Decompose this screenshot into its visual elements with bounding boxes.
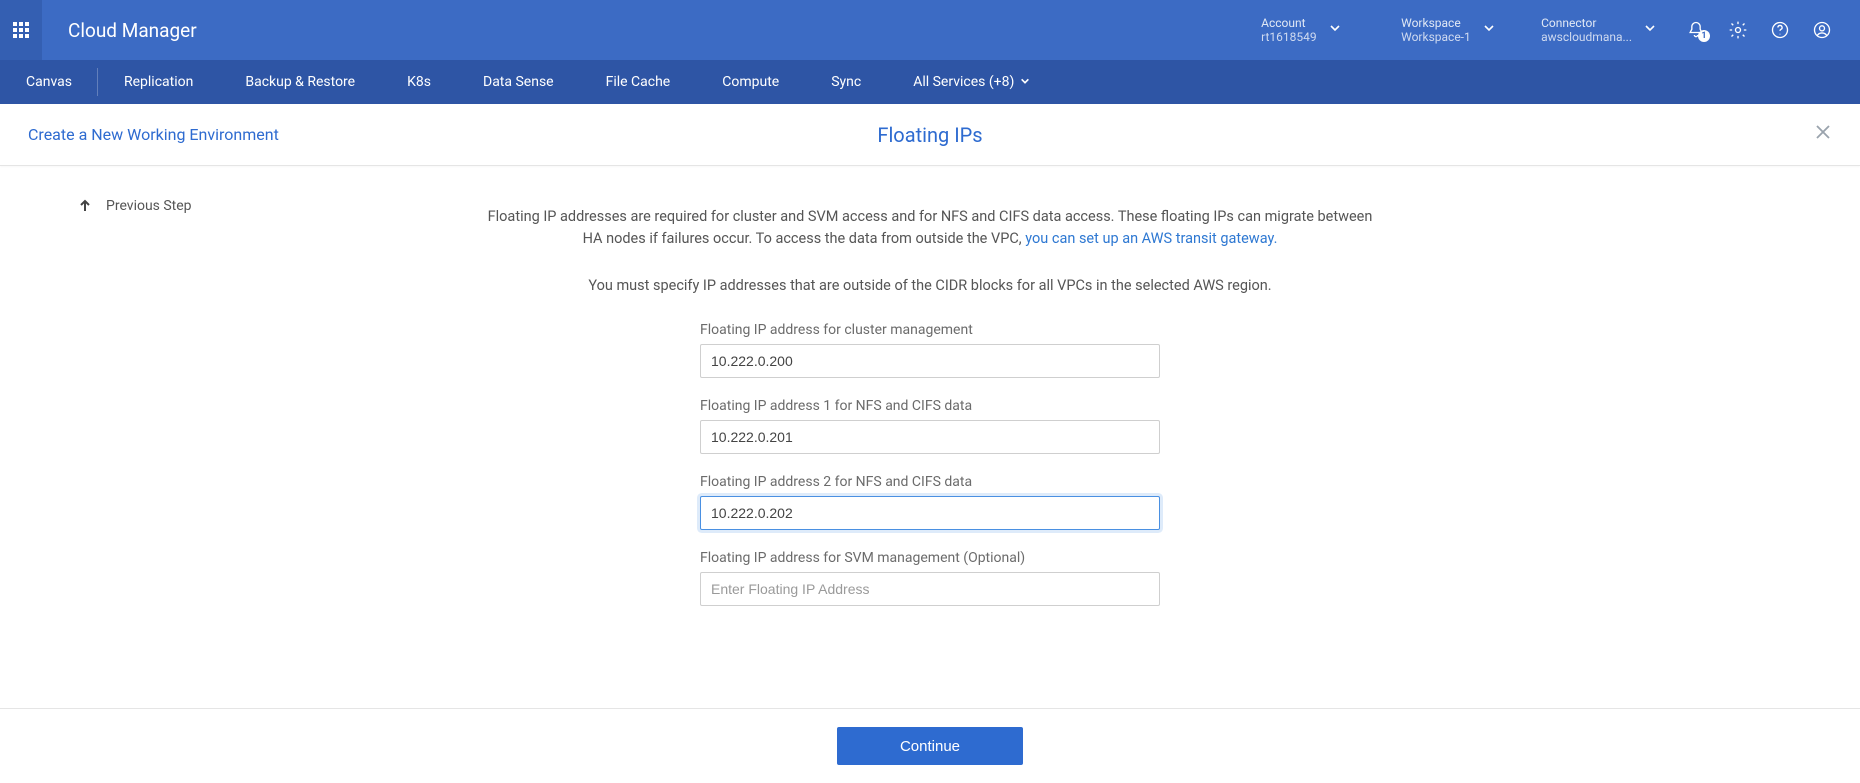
connector-selector[interactable]: Connector awscloudmana... — [1521, 16, 1676, 45]
sub-header: Create a New Working Environment Floatin… — [0, 104, 1860, 166]
account-value: rt1618549 — [1261, 30, 1317, 44]
nav-label: File Cache — [606, 74, 671, 90]
field-label: Floating IP address 1 for NFS and CIFS d… — [700, 398, 1160, 414]
chevron-down-icon — [1329, 22, 1341, 38]
field-svm-mgmt: Floating IP address for SVM management (… — [700, 550, 1160, 606]
continue-button[interactable]: Continue — [837, 727, 1023, 765]
notification-badge: 1 — [1698, 30, 1710, 42]
nav-data-sense[interactable]: Data Sense — [457, 60, 580, 104]
help-icon[interactable] — [1770, 20, 1790, 40]
description-block: Floating IP addresses are required for c… — [480, 206, 1380, 606]
nav-label: Data Sense — [483, 74, 554, 90]
nfs-cifs-1-input[interactable] — [700, 420, 1160, 454]
account-label: Account — [1261, 16, 1317, 30]
nav-compute[interactable]: Compute — [696, 60, 805, 104]
nav-k8s[interactable]: K8s — [381, 60, 457, 104]
nav-file-cache[interactable]: File Cache — [580, 60, 697, 104]
header-icons: 1 — [1676, 20, 1860, 40]
close-button[interactable] — [1814, 122, 1832, 147]
field-label: Floating IP address for SVM management (… — [700, 550, 1160, 566]
main-content: Floating IP addresses are required for c… — [0, 166, 1860, 708]
nav-canvas[interactable]: Canvas — [0, 60, 98, 104]
nav-all-services[interactable]: All Services (+8) — [887, 60, 1056, 104]
workspace-value: Workspace-1 — [1401, 30, 1471, 44]
close-icon — [1814, 123, 1832, 141]
page-title: Floating IPs — [877, 123, 982, 147]
workspace-label: Workspace — [1401, 16, 1471, 30]
field-cluster-mgmt: Floating IP address for cluster manageme… — [700, 322, 1160, 378]
chevron-down-icon — [1644, 22, 1656, 38]
connector-value: awscloudmana... — [1541, 30, 1632, 44]
nav-backup-restore[interactable]: Backup & Restore — [219, 60, 381, 104]
notifications-icon[interactable]: 1 — [1686, 20, 1706, 40]
settings-icon[interactable] — [1728, 20, 1748, 40]
chevron-down-icon — [1483, 22, 1495, 38]
nav-label: Sync — [831, 74, 861, 90]
field-label: Floating IP address 2 for NFS and CIFS d… — [700, 474, 1160, 490]
apps-launcher[interactable] — [0, 0, 42, 60]
floating-ip-form: Floating IP address for cluster manageme… — [700, 322, 1160, 606]
nav-replication[interactable]: Replication — [98, 60, 219, 104]
apps-grid-icon — [13, 22, 29, 38]
nav-label: Backup & Restore — [245, 74, 355, 90]
field-label: Floating IP address for cluster manageme… — [700, 322, 1160, 338]
top-header: Cloud Manager Account rt1618549 Workspac… — [0, 0, 1860, 60]
footer: Continue — [0, 708, 1860, 783]
nav-label: Compute — [722, 74, 779, 90]
connector-label: Connector — [1541, 16, 1632, 30]
account-selector[interactable]: Account rt1618549 — [1241, 16, 1381, 45]
cluster-mgmt-input[interactable] — [700, 344, 1160, 378]
workspace-selector[interactable]: Workspace Workspace-1 — [1381, 16, 1521, 45]
nav-label: Canvas — [26, 74, 72, 90]
field-nfs-cifs-1: Floating IP address 1 for NFS and CIFS d… — [700, 398, 1160, 454]
header-selectors: Account rt1618549 Workspace Workspace-1 … — [1241, 16, 1676, 45]
brand-title[interactable]: Cloud Manager — [42, 19, 197, 42]
wizard-title[interactable]: Create a New Working Environment — [28, 125, 279, 144]
svm-mgmt-input[interactable] — [700, 572, 1160, 606]
field-nfs-cifs-2: Floating IP address 2 for NFS and CIFS d… — [700, 474, 1160, 530]
description-paragraph: Floating IP addresses are required for c… — [480, 206, 1380, 251]
user-icon[interactable] — [1812, 20, 1832, 40]
nav-label: K8s — [407, 74, 431, 90]
transit-gateway-link[interactable]: you can set up an AWS transit gateway. — [1025, 230, 1277, 247]
description-sub: You must specify IP addresses that are o… — [480, 277, 1380, 294]
nav-label: Replication — [124, 74, 193, 90]
chevron-down-icon — [1020, 74, 1030, 90]
secondary-nav: Canvas Replication Backup & Restore K8s … — [0, 60, 1860, 104]
nav-sync[interactable]: Sync — [805, 60, 887, 104]
nav-label: All Services (+8) — [913, 74, 1014, 90]
nfs-cifs-2-input[interactable] — [700, 496, 1160, 530]
